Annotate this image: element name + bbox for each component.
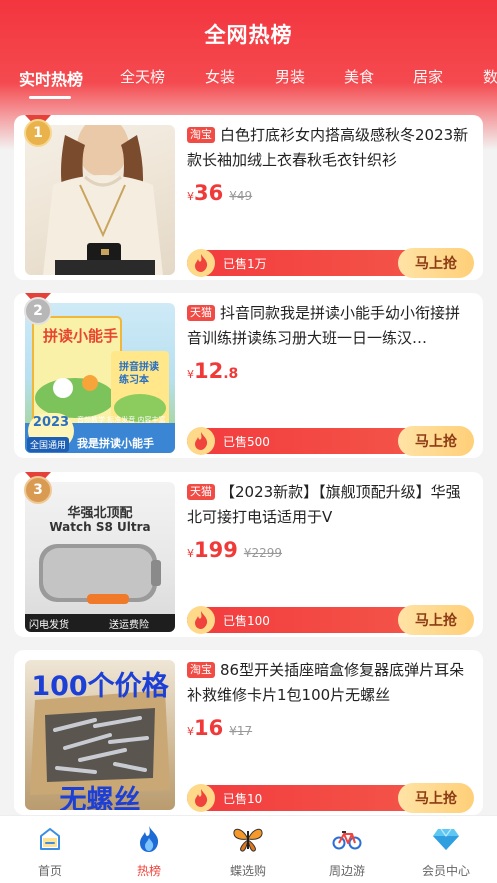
- cover-title: 拼读小能手: [43, 327, 119, 345]
- product-card[interactable]: 1 淘宝 白色打底衫女内搭高级感秋冬2023新款长袖加绒上衣春秋毛衣针织衫 ¥36…: [14, 115, 483, 280]
- product-title-text: 【2023新款】【旗舰顶配升级】华强北可接打电话适用于V: [187, 483, 461, 526]
- image-line2: Watch S8 Ultra: [49, 520, 151, 534]
- fast-delivery-label: 闪电发货: [29, 620, 69, 631]
- sold-count: 已售1万: [223, 257, 267, 271]
- shop-tag: 淘宝: [187, 127, 215, 143]
- shop-tag: 天猫: [187, 484, 215, 500]
- price: 12: [194, 359, 224, 383]
- product-card[interactable]: 华强北顶配 Watch S8 Ultra 闪电发货 送运费险 3 天猫 【2023…: [14, 472, 483, 637]
- price-row: ¥16 ¥17: [187, 716, 252, 746]
- category-tabs: 实时热榜 全天榜 女装 男装 美食 居家 数: [0, 66, 497, 102]
- bicycle-icon: [307, 824, 387, 854]
- product-card[interactable]: 100个价格 无螺丝 淘宝 86型开关插座暗盒修复器底弹片耳朵补救维修卡片1包10…: [14, 650, 483, 815]
- nav-butterfly-shop[interactable]: 蝶选购: [208, 824, 288, 879]
- cover2-title: 拼音拼读练习本: [119, 362, 159, 386]
- flame-icon: [187, 427, 215, 455]
- butterfly-icon: [208, 824, 288, 854]
- nav-label: 周边游: [328, 864, 365, 878]
- buy-now-button[interactable]: 马上抢: [398, 605, 474, 635]
- price-row: ¥199 ¥2299: [187, 538, 282, 568]
- nav-member-center[interactable]: 会员中心: [406, 824, 486, 879]
- product-title[interactable]: 淘宝 白色打底衫女内搭高级感秋冬2023新款长袖加绒上衣春秋毛衣针织衫: [187, 123, 474, 173]
- nav-home[interactable]: 首页: [10, 824, 90, 879]
- image-top-text: 100个价格: [31, 671, 169, 702]
- currency-symbol: ¥: [187, 725, 194, 738]
- diamond-icon: [406, 824, 486, 854]
- flame-icon: [187, 249, 215, 277]
- tab-home[interactable]: 居家: [413, 66, 443, 87]
- national-badge: 全国通用: [27, 437, 70, 452]
- image-bottom-text: 无螺丝: [59, 785, 141, 810]
- tab-all-day[interactable]: 全天榜: [120, 66, 165, 87]
- buy-now-button[interactable]: 马上抢: [398, 248, 474, 278]
- sold-bar: 已售500 马上抢: [187, 426, 474, 456]
- nav-label: 首页: [37, 864, 62, 878]
- product-title-text: 86型开关插座暗盒修复器底弹片耳朵补救维修卡片1包100片无螺丝: [187, 661, 465, 704]
- year-text: 2023: [32, 415, 70, 430]
- tab-digital[interactable]: 数: [483, 66, 497, 87]
- bronze-medal-icon: 3: [24, 476, 52, 504]
- sold-count: 已售10: [223, 792, 263, 806]
- product-card[interactable]: 拼读小能手 拼音拼读练习本 音频教学 标准发音 内容丰富 2023 全国通用 我…: [14, 293, 483, 458]
- price-decimal: .8: [223, 366, 239, 382]
- nav-label: 会员中心: [421, 864, 470, 878]
- cover-tagline: 音频教学 标准发音 内容丰富: [77, 416, 166, 424]
- buy-now-button[interactable]: 马上抢: [398, 783, 474, 813]
- price: 16: [194, 716, 224, 740]
- price: 36: [194, 181, 224, 205]
- tab-food[interactable]: 美食: [344, 66, 374, 87]
- product-title[interactable]: 淘宝 86型开关插座暗盒修复器底弹片耳朵补救维修卡片1包100片无螺丝: [187, 658, 474, 708]
- sold-bar: 已售100 马上抢: [187, 605, 474, 635]
- slogan: 我是拼读小能手: [77, 437, 154, 450]
- nav-hot[interactable]: 热榜: [109, 824, 189, 879]
- product-title[interactable]: 天猫 抖音同款我是拼读小能手幼小衔接拼音训练拼读练习册大班一日一练汉…: [187, 301, 474, 351]
- currency-symbol: ¥: [187, 368, 194, 381]
- bottom-nav: 首页 热榜 蝶选购 周边游 会员中心: [0, 815, 497, 883]
- shop-tag: 淘宝: [187, 662, 215, 678]
- price-row: ¥12.8: [187, 359, 238, 389]
- product-title-text: 白色打底衫女内搭高级感秋冬2023新款长袖加绒上衣春秋毛衣针织衫: [187, 126, 469, 169]
- silver-medal-icon: 2: [24, 297, 52, 325]
- rank-badge: 2: [23, 293, 53, 329]
- tab-realtime[interactable]: 实时热榜: [19, 66, 83, 90]
- nav-nearby-travel[interactable]: 周边游: [307, 824, 387, 879]
- product-title-text: 抖音同款我是拼读小能手幼小衔接拼音训练拼读练习册大班一日一练汉…: [187, 304, 461, 347]
- original-price: ¥2299: [243, 546, 283, 560]
- price: 199: [194, 538, 238, 562]
- freight-insurance-label: 送运费险: [109, 620, 149, 631]
- currency-symbol: ¥: [187, 547, 194, 560]
- page-title: 全网热榜: [204, 23, 293, 47]
- product-title[interactable]: 天猫 【2023新款】【旗舰顶配升级】华强北可接打电话适用于V: [187, 480, 474, 530]
- flame-icon: [187, 784, 215, 812]
- flame-icon: [109, 824, 189, 854]
- home-icon: [10, 824, 90, 854]
- rank-badge: 1: [23, 115, 53, 151]
- buy-now-button[interactable]: 马上抢: [398, 426, 474, 456]
- active-tab-indicator: [29, 96, 71, 99]
- tab-women[interactable]: 女装: [205, 66, 235, 87]
- gold-medal-icon: 1: [24, 119, 52, 147]
- currency-symbol: ¥: [187, 190, 194, 203]
- original-price: ¥49: [229, 189, 253, 203]
- original-price: ¥17: [229, 724, 253, 738]
- sold-count: 已售100: [223, 614, 270, 628]
- product-image[interactable]: 100个价格 无螺丝: [25, 660, 175, 810]
- price-row: ¥36 ¥49: [187, 181, 252, 211]
- nav-label: 蝶选购: [229, 864, 266, 878]
- nav-label: 热榜: [136, 864, 161, 878]
- sold-count: 已售500: [223, 435, 270, 449]
- shop-tag: 天猫: [187, 305, 215, 321]
- sold-bar: 已售10 马上抢: [187, 783, 474, 813]
- rank-badge: 3: [23, 472, 53, 508]
- sold-bar: 已售1万 马上抢: [187, 248, 474, 278]
- tab-men[interactable]: 男装: [275, 66, 305, 87]
- flame-icon: [187, 606, 215, 634]
